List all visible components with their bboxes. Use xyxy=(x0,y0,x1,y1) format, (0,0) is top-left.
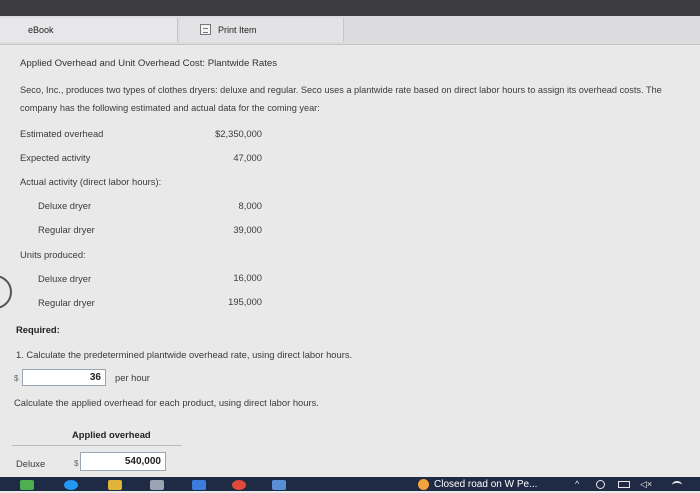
problem-content: Applied Overhead and Unit Overhead Cost:… xyxy=(0,45,700,477)
deluxe-currency-symbol: $ xyxy=(74,459,79,468)
tray-chevron-icon[interactable]: ^ xyxy=(575,478,579,491)
regular-dryer-label: Regular dryer xyxy=(38,224,95,235)
regular-dryer-hours: 39,000 xyxy=(233,224,262,235)
regular-units-label: Regular dryer xyxy=(38,297,95,308)
deluxe-units-value: 16,000 xyxy=(233,272,262,283)
table-header-rule xyxy=(12,445,182,446)
problem-description: Seco, Inc., produces two types of clothe… xyxy=(20,85,662,113)
rate-answer-input[interactable]: 36 xyxy=(22,369,106,386)
tray-sync-icon[interactable] xyxy=(596,480,605,489)
actual-activity-label: Actual activity (direct labor hours): xyxy=(20,176,162,187)
deluxe-applied-overhead-input[interactable]: 540,000 xyxy=(80,452,166,471)
windows-taskbar: Closed road on W Pe... ^ ◁× xyxy=(0,477,700,491)
expected-activity-value: 47,000 xyxy=(233,152,262,163)
news-widget-text: Closed road on W Pe... xyxy=(434,479,538,490)
tab-strip: eBook Print Item xyxy=(0,16,700,45)
rate-unit-label: per hour xyxy=(115,372,150,383)
estimated-overhead-value: $2,350,000 xyxy=(215,128,262,139)
rate-currency-symbol: $ xyxy=(14,374,19,383)
required-heading: Required: xyxy=(16,324,60,335)
deluxe-dryer-label: Deluxe dryer xyxy=(38,200,92,211)
taskbar-browser-icon[interactable] xyxy=(64,480,78,490)
taskbar-chrome-icon[interactable] xyxy=(232,480,246,490)
taskbar-folder-icon[interactable] xyxy=(108,480,122,490)
problem-title: Applied Overhead and Unit Overhead Cost:… xyxy=(20,58,278,69)
news-widget-button[interactable]: Closed road on W Pe... xyxy=(414,477,554,491)
deluxe-units-label: Deluxe dryer xyxy=(38,273,92,284)
tab-print-label: Print Item xyxy=(218,25,257,35)
taskbar-app-icon[interactable] xyxy=(20,480,34,490)
tab-print-item[interactable]: Print Item xyxy=(180,18,344,42)
units-produced-label: Units produced: xyxy=(20,249,86,260)
side-nav-arrow[interactable] xyxy=(0,275,12,309)
tray-battery-icon[interactable] xyxy=(618,481,630,488)
estimated-overhead-label: Estimated overhead xyxy=(20,128,104,139)
tab-ebook-label: eBook xyxy=(28,25,54,35)
taskbar-photos-icon[interactable] xyxy=(272,480,286,490)
regular-units-value: 195,000 xyxy=(228,296,262,307)
tab-ebook[interactable]: eBook xyxy=(0,18,178,42)
question-1-text: 1. Calculate the predetermined plantwide… xyxy=(16,349,353,360)
deluxe-dryer-hours: 8,000 xyxy=(238,200,262,211)
deluxe-row-label: Deluxe xyxy=(16,458,46,469)
window-top-bar xyxy=(0,0,700,16)
question-2-text: Calculate the applied overhead for each … xyxy=(14,397,319,408)
taskbar-mail-icon[interactable] xyxy=(192,480,206,490)
applied-overhead-header: Applied overhead xyxy=(72,429,151,440)
print-icon xyxy=(200,24,211,35)
expected-activity-label: Expected activity xyxy=(20,152,91,163)
tray-wifi-icon[interactable] xyxy=(672,481,682,489)
taskbar-store-icon[interactable] xyxy=(150,480,164,490)
tray-volume-icon[interactable]: ◁× xyxy=(640,478,652,491)
news-icon xyxy=(418,479,429,490)
